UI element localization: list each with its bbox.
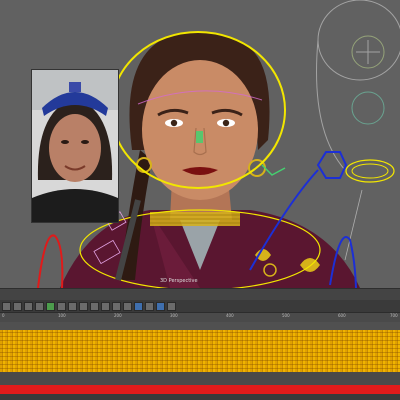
frame-icon[interactable] <box>123 301 132 311</box>
rotate-icon[interactable] <box>24 301 33 311</box>
ruler-label: 600 <box>338 313 346 318</box>
graph-icon[interactable] <box>145 301 154 311</box>
curve-icon[interactable] <box>79 301 88 311</box>
status-strip <box>0 394 400 400</box>
scale-icon[interactable] <box>35 301 44 311</box>
3d-viewport[interactable]: 3D Perspective <box>0 0 400 288</box>
key-icon[interactable] <box>57 301 66 311</box>
snap-icon[interactable] <box>167 301 176 311</box>
face-reference-photo-icon <box>32 70 118 222</box>
arm-control-left[interactable] <box>37 234 64 288</box>
gold-collar <box>150 212 240 226</box>
loop-icon[interactable] <box>101 301 110 311</box>
graph-icon[interactable] <box>134 301 143 311</box>
ruler-label: 400 <box>226 313 234 318</box>
ruler-label: 100 <box>58 313 66 318</box>
playback-range-bar[interactable] <box>0 385 400 394</box>
play-icon[interactable] <box>90 301 99 311</box>
reference-photo <box>31 69 119 223</box>
ruler-label: 300 <box>170 313 178 318</box>
snap-icon[interactable] <box>156 301 165 311</box>
keyframe-track[interactable] <box>0 330 400 372</box>
viewport-label: 3D Perspective <box>160 278 198 284</box>
track-spacer <box>0 372 400 385</box>
ruler-label: 200 <box>114 313 122 318</box>
key-icon[interactable] <box>46 301 55 311</box>
select-icon[interactable] <box>2 301 11 311</box>
mouth-control[interactable] <box>345 159 395 183</box>
face-control-board <box>316 0 400 171</box>
ruler-label: 700 <box>390 313 398 318</box>
frame-icon[interactable] <box>112 301 121 311</box>
ruler-label: 0 <box>2 313 5 318</box>
timeline-toolbar <box>0 300 400 312</box>
move-icon[interactable] <box>13 301 22 311</box>
ruler-label: 500 <box>282 313 290 318</box>
track-spacer <box>0 322 400 330</box>
curve-icon[interactable] <box>68 301 77 311</box>
